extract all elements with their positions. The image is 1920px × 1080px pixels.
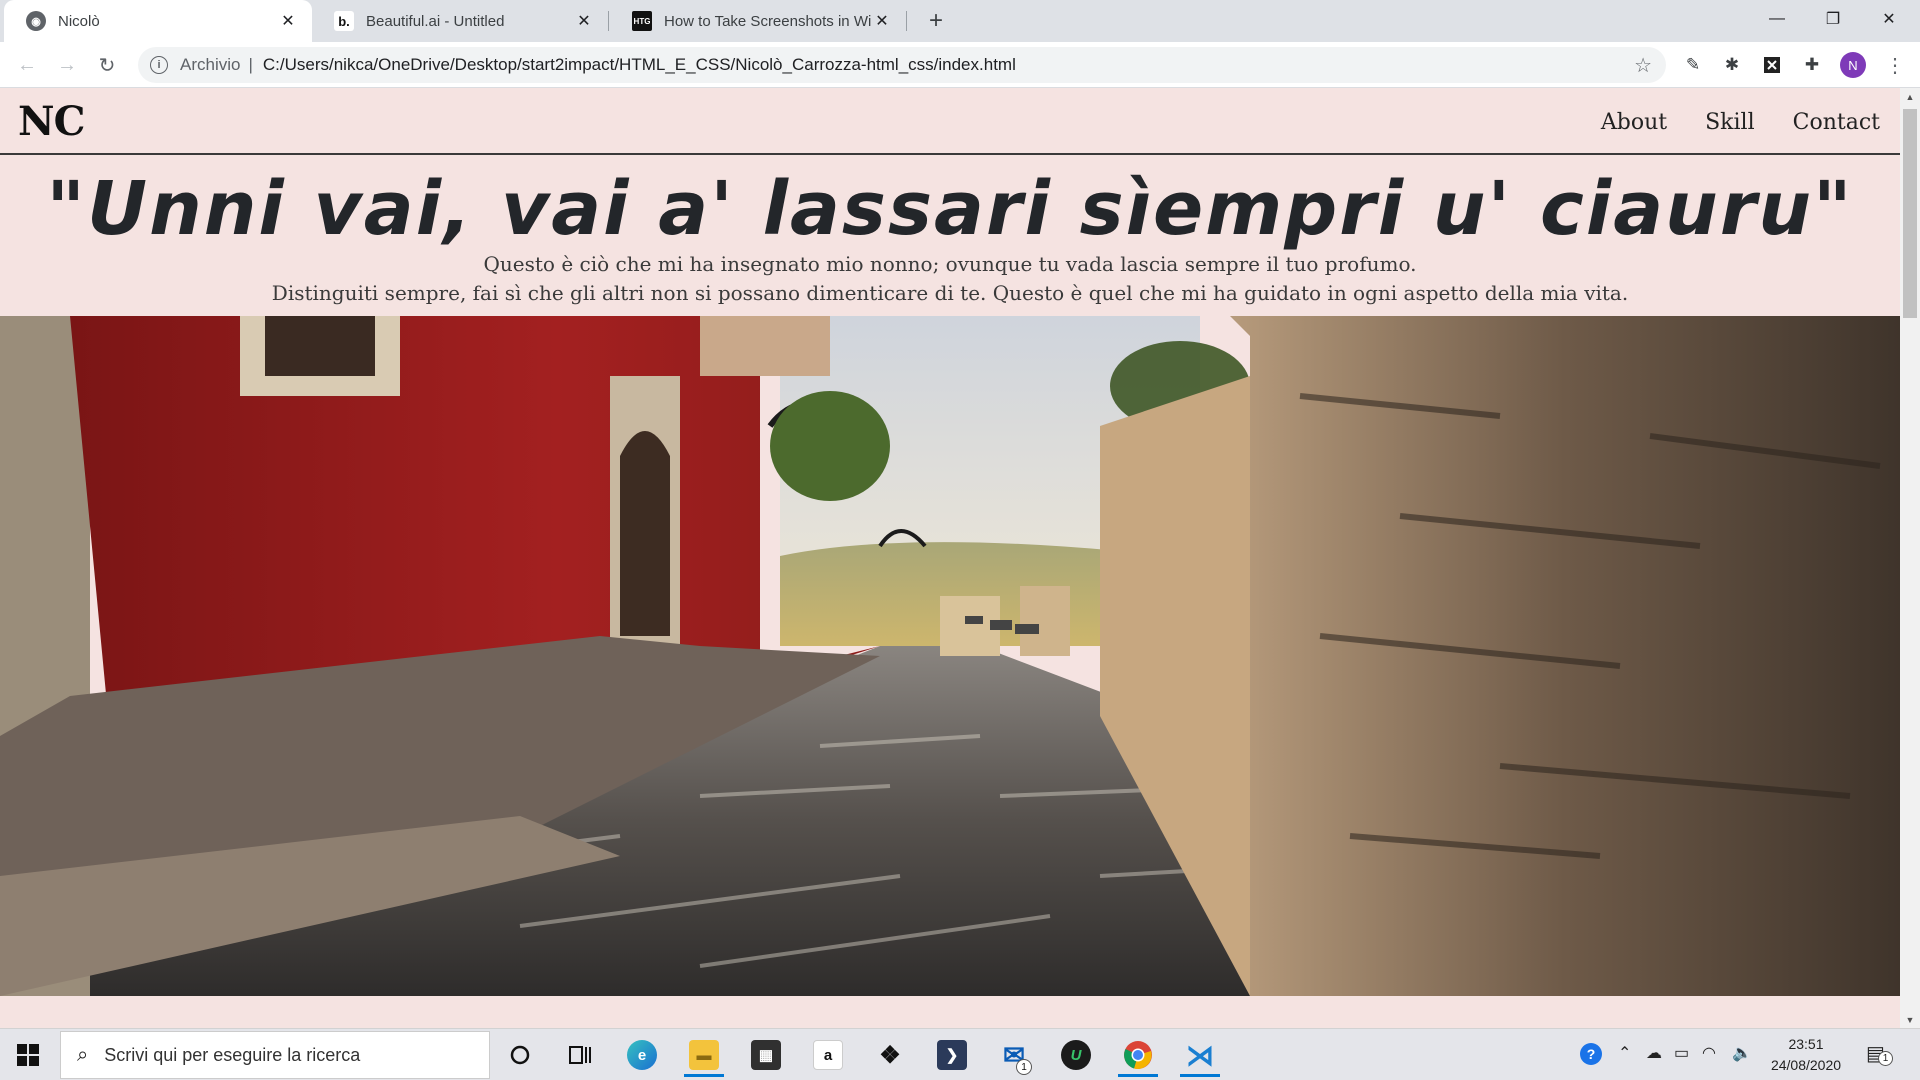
htg-favicon-icon: HTG (632, 11, 652, 31)
nav-skill[interactable]: Skill (1705, 110, 1755, 135)
tab-title: Nicolò (58, 12, 100, 30)
close-window-icon[interactable]: ✕ (1862, 0, 1916, 38)
chevron-up-icon[interactable]: ⌃ (1618, 1043, 1631, 1063)
upwork-icon[interactable]: U (1050, 1033, 1102, 1077)
close-tab-icon[interactable]: ✕ (574, 11, 594, 31)
scroll-down-icon[interactable]: ▼ (1900, 1011, 1920, 1028)
new-tab-icon[interactable]: + (922, 7, 950, 35)
back-arrow-icon[interactable]: ← (12, 50, 42, 80)
cortana-icon[interactable] (494, 1033, 546, 1077)
nav-about[interactable]: About (1601, 110, 1667, 135)
site-logo[interactable]: NC (18, 98, 85, 145)
volume-icon[interactable]: 🔈 (1732, 1043, 1752, 1063)
restore-icon[interactable]: ❐ (1806, 0, 1860, 38)
notification-center-icon[interactable]: ▤ 1 (1866, 1041, 1893, 1066)
clock-time: 23:51 (1788, 1036, 1824, 1052)
page-scrollbar[interactable]: ▲ ▼ (1900, 88, 1920, 1028)
security-chip[interactable]: Archivio (180, 55, 240, 75)
chrome-icon[interactable] (1112, 1033, 1164, 1077)
vscode-icon[interactable]: ⋊ (1174, 1033, 1226, 1077)
mail-icon[interactable]: ✉ 1 (988, 1033, 1040, 1077)
menu-kebab-icon[interactable]: ⋮ (1882, 52, 1908, 78)
excel-extension-icon[interactable] (1759, 52, 1785, 78)
mail-badge: 1 (1016, 1059, 1032, 1075)
battery-icon[interactable]: ▭ (1674, 1043, 1689, 1063)
search-placeholder: Scrivi qui per eseguire la ricerca (104, 1044, 361, 1065)
subtitle-line-2: Distinguiti sempre, fai sì che gli altri… (271, 281, 1629, 305)
powershell-icon[interactable]: ❯ (926, 1033, 978, 1077)
amazon-icon[interactable]: a (802, 1033, 854, 1077)
tab-title: Beautiful.ai - Untitled (366, 12, 505, 30)
reload-icon[interactable]: ↻ (92, 50, 122, 80)
tab-title: How to Take Screenshots in Windc (664, 12, 872, 30)
scroll-up-icon[interactable]: ▲ (1900, 88, 1920, 105)
chip-divider: | (248, 55, 253, 74)
hero-quote: "Unni vai, vai a' lassari sìempri u' cia… (46, 166, 1854, 252)
browser-toolbar: ← → ↻ i Archivio | C:/Users/nikca/OneDri… (0, 42, 1920, 88)
page-viewport: NC About Skill Contact "Unni vai, vai a'… (0, 88, 1900, 1028)
onedrive-sync-icon[interactable]: ☁ (1646, 1043, 1662, 1063)
eyedropper-extension-icon[interactable]: ✎ (1680, 52, 1706, 78)
dropbox-icon[interactable]: ❖ (864, 1033, 916, 1077)
subtitle-line-1: Questo è ciò che mi ha insegnato mio non… (483, 252, 1417, 276)
tab-beautiful-ai[interactable]: b. Beautiful.ai - Untitled ✕ (312, 0, 608, 42)
taskbar-search-input[interactable]: ⌕ Scrivi qui per eseguire la ricerca (60, 1031, 490, 1079)
tab-separator (906, 11, 907, 31)
microsoft-store-icon[interactable]: ▦ (740, 1033, 792, 1077)
address-bar[interactable]: i Archivio | C:/Users/nikca/OneDrive/Des… (138, 47, 1666, 83)
info-icon[interactable]: i (150, 56, 168, 74)
site-header: NC About Skill Contact (0, 88, 1900, 155)
notification-badge: 1 (1878, 1051, 1893, 1066)
windows-start-icon[interactable] (8, 1039, 48, 1071)
puzzle-extensions-icon[interactable]: ✚ (1799, 52, 1825, 78)
windows-taskbar: ⌕ Scrivi qui per eseguire la ricerca e ▬… (0, 1028, 1920, 1080)
close-tab-icon[interactable]: ✕ (278, 11, 298, 31)
edge-icon[interactable]: e (616, 1033, 668, 1077)
search-icon: ⌕ (77, 1043, 89, 1066)
clock-date: 24/08/2020 (1770, 1057, 1842, 1073)
help-icon[interactable]: ? (1580, 1043, 1602, 1065)
hero-image (0, 316, 1900, 996)
bug-extension-icon[interactable]: ✱ (1719, 52, 1745, 78)
forward-arrow-icon[interactable]: → (52, 50, 82, 80)
scrollbar-thumb[interactable] (1903, 109, 1917, 318)
task-view-icon[interactable] (554, 1033, 606, 1077)
globe-icon: ◉ (26, 11, 46, 31)
url-text[interactable]: C:/Users/nikca/OneDrive/Desktop/start2im… (263, 55, 1016, 75)
tab-nicolo[interactable]: ◉ Nicolò ✕ (4, 0, 312, 42)
beautiful-ai-favicon-icon: b. (334, 11, 354, 31)
nav-contact[interactable]: Contact (1793, 110, 1880, 135)
tab-separator (608, 11, 609, 31)
minimize-icon[interactable]: — (1750, 0, 1804, 38)
close-tab-icon[interactable]: ✕ (872, 11, 892, 31)
wifi-icon[interactable]: ◠ (1702, 1043, 1716, 1063)
taskbar-clock[interactable]: 23:51 24/08/2020 (1766, 1034, 1846, 1076)
browser-tab-bar: ◉ Nicolò ✕ b. Beautiful.ai - Untitled ✕ … (0, 0, 1920, 42)
bookmark-star-icon[interactable]: ☆ (1634, 53, 1652, 78)
tab-howtogeek[interactable]: HTG How to Take Screenshots in Windc ✕ (610, 0, 906, 42)
site-nav: About Skill Contact (1601, 110, 1880, 135)
profile-avatar[interactable]: N (1840, 52, 1866, 78)
file-explorer-icon[interactable]: ▬ (678, 1033, 730, 1077)
